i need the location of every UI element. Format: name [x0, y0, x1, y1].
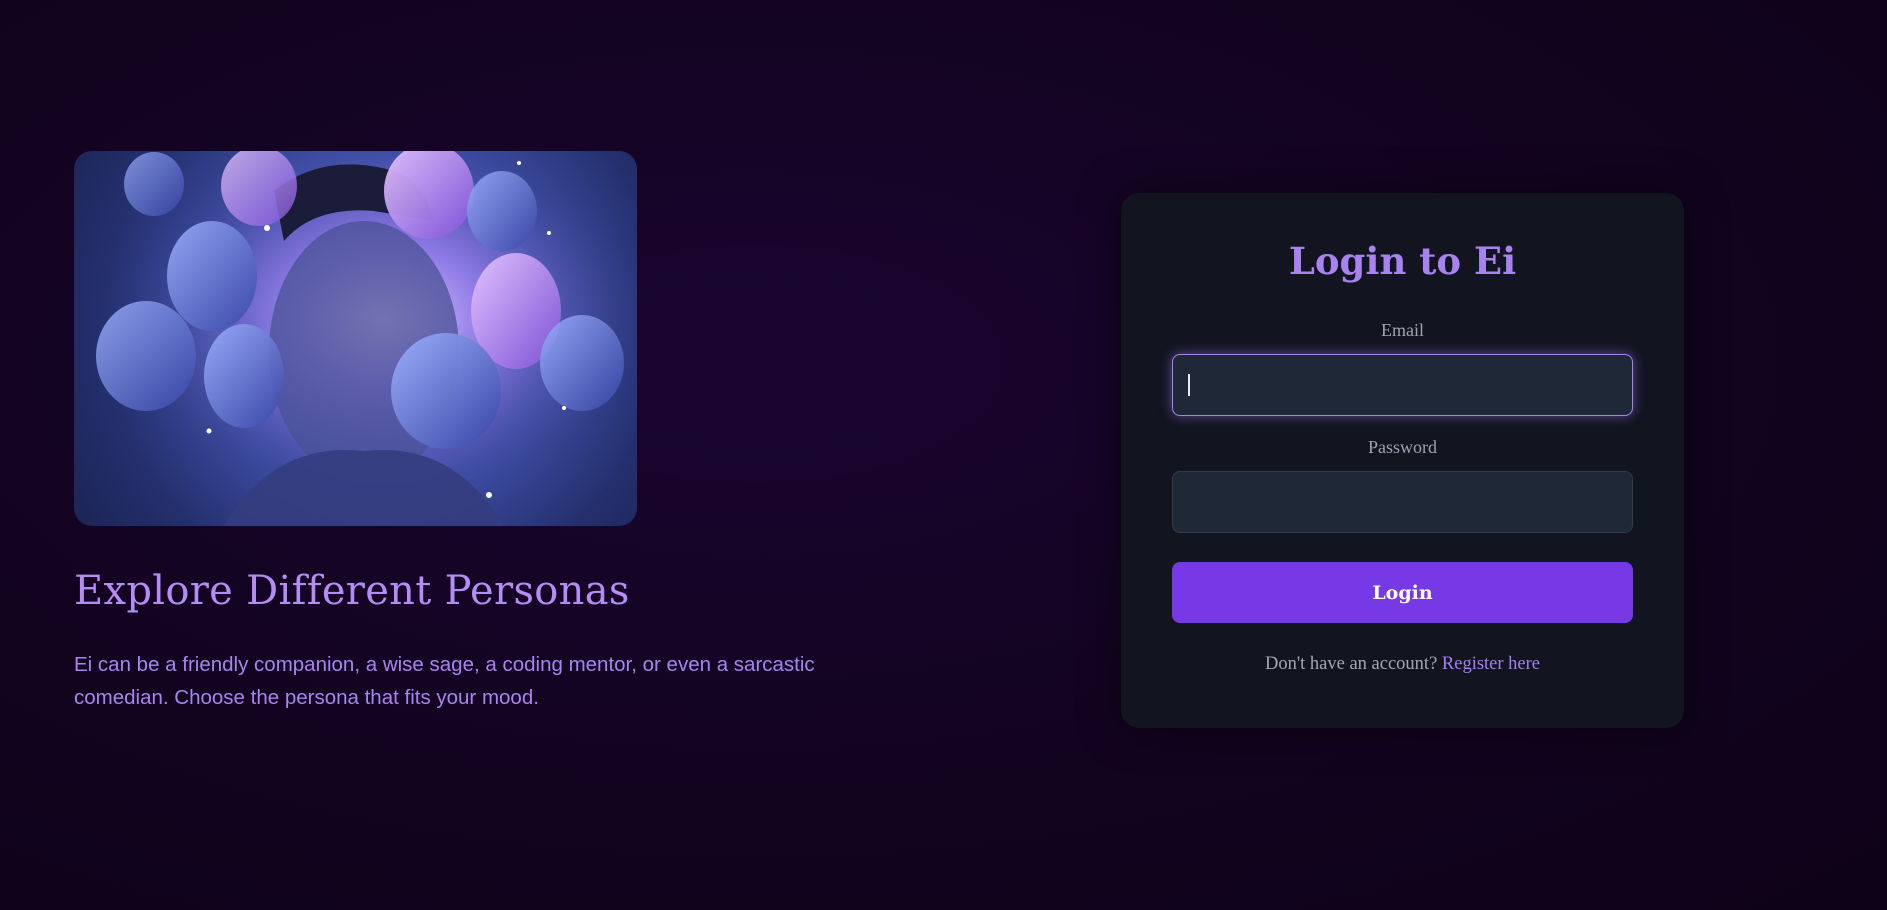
hero-description: Ei can be a friendly companion, a wise s…: [74, 653, 815, 709]
email-label: Email: [1381, 320, 1424, 340]
password-label: Password: [1367, 437, 1437, 457]
email-field[interactable]: [1172, 354, 1633, 416]
login-title: Login to Ei: [1288, 239, 1517, 283]
persona-masks-image: [74, 151, 637, 526]
hero-title: Explore Different Personas: [74, 568, 630, 614]
register-prompt-text: Don't have an account?: [1264, 654, 1438, 674]
register-link[interactable]: Register here: [1442, 654, 1540, 674]
masks-illustration-icon: [74, 151, 637, 526]
register-prompt: Don't have an account? Register here: [1121, 654, 1684, 675]
text-caret: [1188, 374, 1190, 396]
login-button[interactable]: Login: [1172, 562, 1633, 623]
password-field[interactable]: [1172, 471, 1633, 533]
login-card: Login to Ei Email Password Login Don't h…: [1121, 193, 1684, 728]
